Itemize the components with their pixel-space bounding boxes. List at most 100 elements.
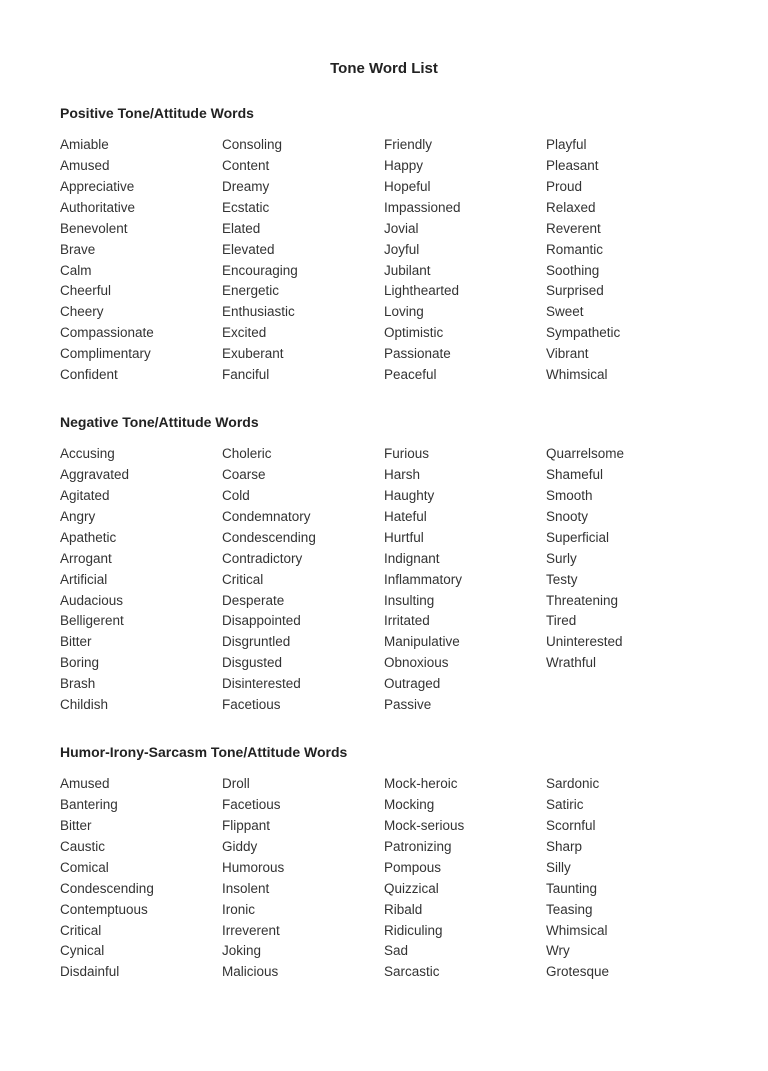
word-item: Disinterested: [222, 674, 384, 695]
word-column-positive-0: AmiableAmusedAppreciativeAuthoritativeBe…: [60, 135, 222, 386]
word-column-positive-1: ConsolingContentDreamyEcstaticElatedElev…: [222, 135, 384, 386]
word-item: Insolent: [222, 879, 384, 900]
word-item: Mocking: [384, 795, 546, 816]
word-column-humor-2: Mock-heroicMockingMock-seriousPatronizin…: [384, 774, 546, 983]
word-item: Furious: [384, 444, 546, 465]
word-item: Impassioned: [384, 198, 546, 219]
word-item: Friendly: [384, 135, 546, 156]
word-item: Disgusted: [222, 653, 384, 674]
word-item: Elated: [222, 219, 384, 240]
word-item: Calm: [60, 261, 222, 282]
word-item: Ridiculing: [384, 921, 546, 942]
word-item: Agitated: [60, 486, 222, 507]
word-item: Bitter: [60, 816, 222, 837]
word-item: Condescending: [222, 528, 384, 549]
word-item: Ribald: [384, 900, 546, 921]
word-item: Joking: [222, 941, 384, 962]
section-humor: Humor-Irony-Sarcasm Tone/Attitude WordsA…: [60, 744, 708, 983]
word-item: Compassionate: [60, 323, 222, 344]
word-column-negative-3: QuarrelsomeShamefulSmoothSnootySuperfici…: [546, 444, 708, 716]
word-item: Soothing: [546, 261, 708, 282]
word-item: Angry: [60, 507, 222, 528]
word-item: Snooty: [546, 507, 708, 528]
word-item: Happy: [384, 156, 546, 177]
word-item: Bitter: [60, 632, 222, 653]
word-item: Exuberant: [222, 344, 384, 365]
word-item: Condescending: [60, 879, 222, 900]
word-item: Benevolent: [60, 219, 222, 240]
word-item: Testy: [546, 570, 708, 591]
word-item: Consoling: [222, 135, 384, 156]
word-item: Outraged: [384, 674, 546, 695]
word-grid-positive: AmiableAmusedAppreciativeAuthoritativeBe…: [60, 135, 708, 386]
word-item: Teasing: [546, 900, 708, 921]
word-item: Bantering: [60, 795, 222, 816]
word-item: Reverent: [546, 219, 708, 240]
word-item: Shameful: [546, 465, 708, 486]
section-positive: Positive Tone/Attitude Words AmiableAmuse…: [60, 105, 708, 386]
word-column-negative-0: AccusingAggravatedAgitatedAngryApathetic…: [60, 444, 222, 716]
word-item: Passionate: [384, 344, 546, 365]
word-item: Satiric: [546, 795, 708, 816]
word-item: Ironic: [222, 900, 384, 921]
word-item: Flippant: [222, 816, 384, 837]
word-item: Mock-heroic: [384, 774, 546, 795]
word-item: Haughty: [384, 486, 546, 507]
word-item: Obnoxious: [384, 653, 546, 674]
word-item: Smooth: [546, 486, 708, 507]
word-item: Belligerent: [60, 611, 222, 632]
word-item: Content: [222, 156, 384, 177]
word-item: Amused: [60, 156, 222, 177]
word-item: Harsh: [384, 465, 546, 486]
word-item: Authoritative: [60, 198, 222, 219]
word-item: Malicious: [222, 962, 384, 983]
word-column-negative-2: FuriousHarshHaughtyHatefulHurtfulIndigna…: [384, 444, 546, 716]
word-item: Indignant: [384, 549, 546, 570]
word-item: Pleasant: [546, 156, 708, 177]
word-item: Surly: [546, 549, 708, 570]
word-item: Humorous: [222, 858, 384, 879]
word-item: Pompous: [384, 858, 546, 879]
word-item: Wrathful: [546, 653, 708, 674]
word-column-humor-1: DrollFacetiousFlippantGiddyHumorousInsol…: [222, 774, 384, 983]
word-item: Comical: [60, 858, 222, 879]
word-item: Critical: [222, 570, 384, 591]
word-column-humor-0: AmusedBanteringBitterCausticComicalConde…: [60, 774, 222, 983]
word-item: Enthusiastic: [222, 302, 384, 323]
word-item: Childish: [60, 695, 222, 716]
word-item: Superficial: [546, 528, 708, 549]
word-item: Taunting: [546, 879, 708, 900]
word-item: Sharp: [546, 837, 708, 858]
word-item: Brash: [60, 674, 222, 695]
word-item: Artificial: [60, 570, 222, 591]
word-item: Whimsical: [546, 365, 708, 386]
word-item: Boring: [60, 653, 222, 674]
word-item: Arrogant: [60, 549, 222, 570]
word-item: Sardonic: [546, 774, 708, 795]
word-item: Contradictory: [222, 549, 384, 570]
word-item: Cheery: [60, 302, 222, 323]
word-item: Cynical: [60, 941, 222, 962]
word-item: Romantic: [546, 240, 708, 261]
word-item: Choleric: [222, 444, 384, 465]
word-column-positive-2: FriendlyHappyHopefulImpassionedJovialJoy…: [384, 135, 546, 386]
word-item: Playful: [546, 135, 708, 156]
word-item: Loving: [384, 302, 546, 323]
word-item: Aggravated: [60, 465, 222, 486]
word-item: Giddy: [222, 837, 384, 858]
section-heading-positive: Positive Tone/Attitude Words: [60, 105, 708, 121]
word-item: Irritated: [384, 611, 546, 632]
word-item: Apathetic: [60, 528, 222, 549]
word-item: Inflammatory: [384, 570, 546, 591]
word-item: Passive: [384, 695, 546, 716]
word-item: Surprised: [546, 281, 708, 302]
word-item: Sweet: [546, 302, 708, 323]
word-item: Irreverent: [222, 921, 384, 942]
word-item: Patronizing: [384, 837, 546, 858]
word-item: Hopeful: [384, 177, 546, 198]
word-item: Relaxed: [546, 198, 708, 219]
word-item: Manipulative: [384, 632, 546, 653]
word-item: Caustic: [60, 837, 222, 858]
word-item: Elevated: [222, 240, 384, 261]
word-item: Droll: [222, 774, 384, 795]
